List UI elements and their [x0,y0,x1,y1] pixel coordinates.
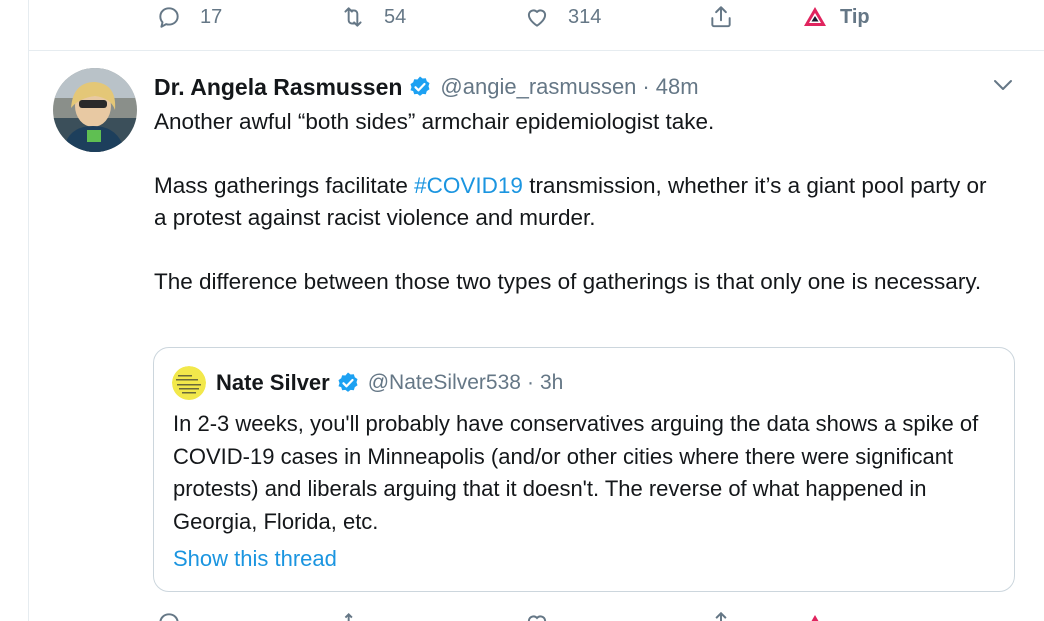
chevron-down-icon[interactable] [990,74,1016,96]
separator-dot: · [642,74,650,99]
show-thread-link[interactable]: Show this thread [173,546,337,572]
separator-dot: · [526,371,534,394]
quoted-handle: @NateSilver538 [367,371,521,394]
tweet-paragraph: Mass gatherings facilitate #COVID19 tran… [154,170,1004,234]
quoted-time: 3h [539,371,564,394]
reply-button[interactable]: 17 [156,3,222,31]
quoted-author-name: Nate Silver [216,370,330,395]
tip-icon[interactable] [802,612,828,621]
tip-label: Tip [840,5,870,28]
share-icon[interactable] [708,610,734,621]
avatar[interactable] [53,68,137,152]
quoted-header: Nate Silver @NateSilver538 · 3h [216,366,563,400]
reply-count: 17 [200,5,223,28]
quoted-tweet-card[interactable]: Nate Silver @NateSilver538 · 3h In 2-3 w… [153,347,1015,592]
author-handle[interactable]: @angie_rasmussen [440,74,636,100]
like-button[interactable]: 314 [524,3,601,31]
tweet-header: Dr. Angela Rasmussen @angie_rasmussen · … [154,72,699,102]
verified-badge-icon [410,76,430,96]
divider [28,50,1044,51]
tweet-paragraph: Another awful “both sides” armchair epid… [154,109,715,134]
author-name[interactable]: Dr. Angela Rasmussen [154,74,402,101]
retweet-button[interactable]: 54 [340,3,406,31]
hashtag-link[interactable]: #COVID19 [414,173,523,198]
avatar-photo [53,68,137,152]
text-segment: Mass gatherings facilitate [154,173,415,198]
share-icon [711,6,731,28]
retweet-icon [344,7,362,27]
reply-icon [159,7,179,28]
tweet-body: Another awful “both sides” armchair epid… [154,106,1004,298]
retweet-icon[interactable] [340,610,366,621]
share-button[interactable] [708,3,734,31]
quoted-avatar [172,366,206,400]
tweet-paragraph: The difference between those two types o… [154,269,982,294]
retweet-count: 54 [384,5,407,28]
quoted-tweet-text: In 2-3 weeks, you'll probably have conse… [173,411,979,534]
like-icon[interactable] [524,610,550,621]
reply-icon[interactable] [156,610,182,621]
quoted-avatar-image [172,366,206,400]
tip-button[interactable]: Tip [802,3,870,31]
tip-icon [804,7,826,26]
tweet-actions-bar [0,608,1016,621]
like-icon [527,9,547,27]
verified-badge-icon [338,372,358,392]
tweet-time[interactable]: 48m [656,74,699,100]
like-count: 314 [568,5,602,28]
